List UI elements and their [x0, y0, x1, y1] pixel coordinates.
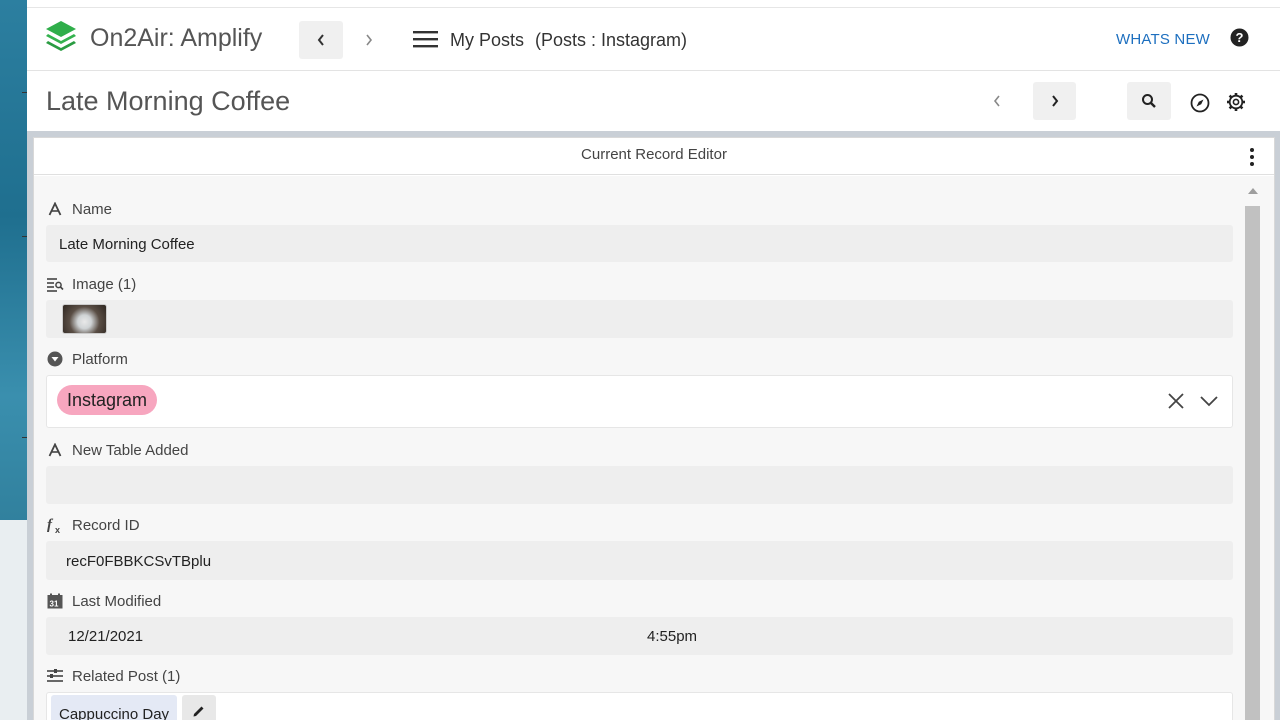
- app-title: On2Air: Amplify: [90, 24, 263, 52]
- search-icon: [1142, 94, 1156, 108]
- close-icon[interactable]: [1167, 392, 1185, 410]
- help-icon[interactable]: ?: [1230, 28, 1249, 47]
- svg-text:x: x: [55, 525, 60, 534]
- svg-text:31: 31: [50, 600, 59, 609]
- search-button[interactable]: [1127, 82, 1171, 120]
- field-label-last-modified: 31 Last Modified: [46, 592, 161, 610]
- formula-icon: fx: [46, 516, 64, 534]
- hamburger-menu-icon[interactable]: [413, 28, 438, 50]
- app-header: On2Air: Amplify My Posts (Posts : Instag…: [27, 9, 1280, 71]
- chevron-left-icon: [993, 95, 1000, 107]
- vertical-scrollbar[interactable]: [1244, 188, 1262, 720]
- text-icon: [46, 200, 64, 218]
- field-label-name: Name: [46, 200, 112, 218]
- field-label-record-id: fx Record ID: [46, 516, 140, 535]
- stacked-layers-icon[interactable]: [44, 19, 78, 53]
- breadcrumb-view[interactable]: My Posts: [450, 30, 524, 51]
- last-modified-date: 12/21/2021: [68, 628, 144, 645]
- field-label-related-post: Related Post (1): [46, 667, 180, 685]
- more-options-icon[interactable]: [1242, 146, 1262, 168]
- record-editor-panel: Current Record Editor Name Late Morning …: [33, 137, 1275, 720]
- name-field[interactable]: Late Morning Coffee: [46, 225, 1233, 262]
- previous-record-button[interactable]: [977, 82, 1017, 120]
- app-window: On2Air: Amplify My Posts (Posts : Instag…: [27, 0, 1280, 720]
- field-label-new-table-added: New Table Added: [46, 441, 188, 459]
- name-value: Late Morning Coffee: [59, 236, 195, 253]
- gear-icon[interactable]: [1226, 92, 1246, 112]
- calendar-icon: 31: [46, 592, 64, 610]
- nav-forward-button[interactable]: [347, 21, 391, 59]
- new-table-added-field[interactable]: [46, 466, 1233, 504]
- editor-title: Current Record Editor: [581, 146, 727, 163]
- text-icon: [46, 441, 64, 459]
- image-field[interactable]: [46, 300, 1233, 338]
- chevron-right-icon: [366, 34, 373, 46]
- platform-chip[interactable]: Instagram: [57, 385, 158, 415]
- chevron-right-icon: [1051, 95, 1058, 107]
- platform-select[interactable]: Instagram: [46, 375, 1233, 428]
- nav-back-button[interactable]: [299, 21, 343, 59]
- pencil-icon: [193, 706, 204, 717]
- chevron-down-icon[interactable]: [1199, 394, 1219, 408]
- last-modified-time: 4:55pm: [647, 628, 698, 645]
- link-icon: [46, 667, 64, 685]
- single-select-icon: [46, 350, 64, 368]
- chevron-left-icon: [317, 34, 324, 46]
- field-label-image: Image (1): [46, 275, 136, 293]
- breadcrumb-table: (Posts : Instagram): [535, 30, 688, 50]
- whats-new-link[interactable]: WHATS NEW: [1116, 31, 1210, 48]
- last-modified-field: 12/21/2021 4:55pm: [46, 617, 1233, 655]
- record-id-value: recF0FBBKCSvTBplu: [66, 553, 212, 570]
- attachment-icon: [46, 275, 64, 293]
- compass-icon[interactable]: [1190, 93, 1210, 113]
- editor-body: Name Late Morning Coffee Image (1) Platf…: [34, 176, 1274, 720]
- desktop-background-strip: [0, 0, 27, 720]
- svg-text:f: f: [47, 517, 54, 533]
- next-record-button[interactable]: [1033, 82, 1076, 120]
- svg-text:?: ?: [1236, 30, 1244, 45]
- coffee-cup-thumbnail[interactable]: [62, 304, 107, 334]
- field-label-platform: Platform: [46, 350, 128, 368]
- editor-header: Current Record Editor: [34, 138, 1274, 175]
- linked-record-chip[interactable]: Cappuccino Day: [51, 695, 178, 720]
- record-title: Late Morning Coffee: [46, 86, 291, 116]
- scrollbar-thumb[interactable]: [1245, 206, 1260, 720]
- edit-linked-record-button[interactable]: [182, 695, 216, 720]
- record-id-field[interactable]: recF0FBBKCSvTBplu: [46, 541, 1233, 580]
- related-post-field[interactable]: Cappuccino Day: [46, 692, 1233, 720]
- scroll-up-arrow-icon[interactable]: [1248, 188, 1258, 194]
